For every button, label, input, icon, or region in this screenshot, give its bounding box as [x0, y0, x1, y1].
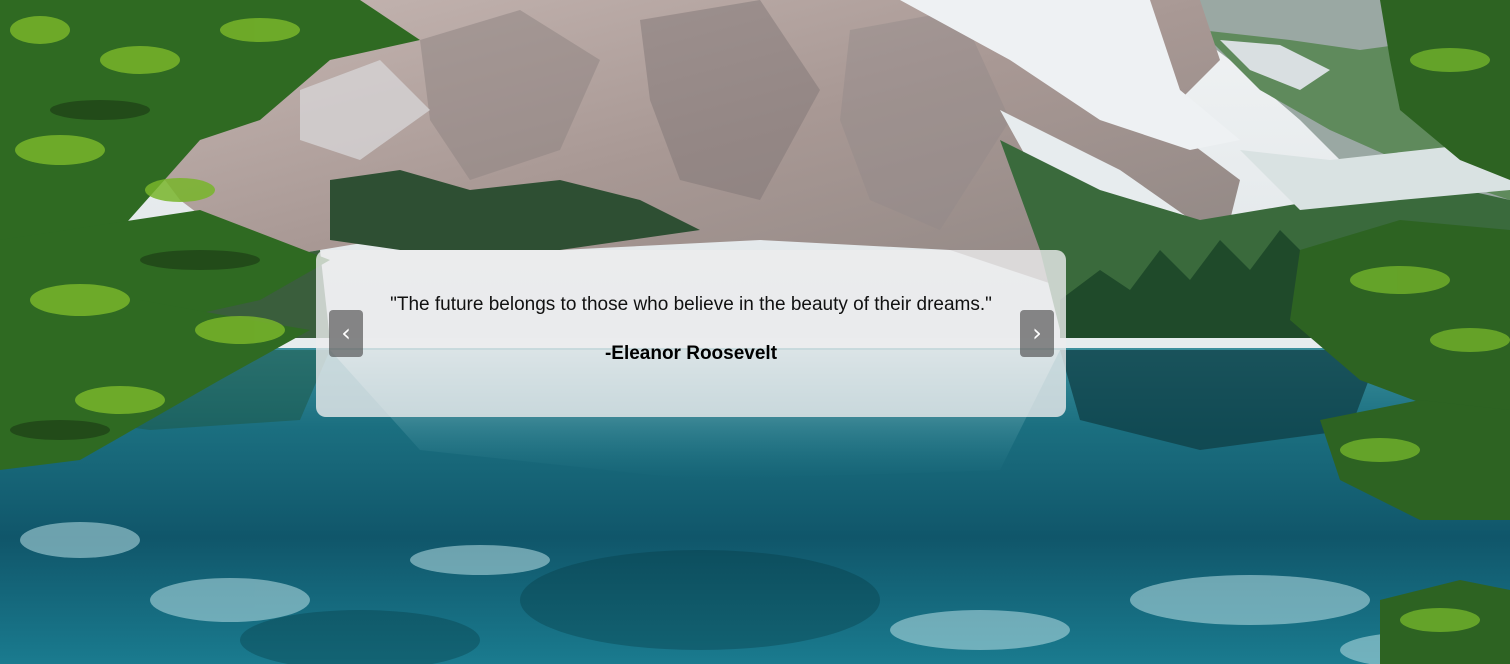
next-quote-button[interactable]: › — [1020, 310, 1054, 357]
quote-author: -Eleanor Roosevelt — [604, 343, 778, 364]
quote-card: ‹ "The future belongs to those who belie… — [316, 250, 1066, 417]
chevron-right-icon: › — [1032, 319, 1042, 347]
quote-text: "The future belongs to those who believe… — [390, 294, 992, 315]
